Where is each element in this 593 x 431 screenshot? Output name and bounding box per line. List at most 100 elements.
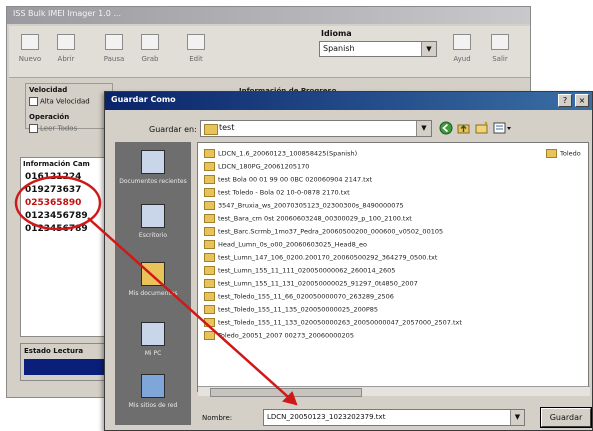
folder-icon <box>204 318 215 327</box>
folder-select-value: test <box>219 123 235 132</box>
velocidad-title: Velocidad <box>29 86 68 94</box>
place-recent[interactable]: Documentos recientes <box>115 150 191 185</box>
folder-icon <box>204 331 215 340</box>
open-button[interactable]: Abrir <box>51 30 81 70</box>
file-item[interactable]: LDCN_180PG_20061205170 <box>204 162 309 173</box>
horizontal-scrollbar[interactable] <box>198 386 590 397</box>
help-icon <box>453 34 471 50</box>
folder-icon <box>204 175 215 184</box>
record-button[interactable]: Grab <box>135 30 165 70</box>
pause-icon <box>105 34 123 50</box>
chevron-down-icon: ▼ <box>421 42 436 56</box>
my-computer-icon <box>141 322 165 346</box>
new-icon <box>21 34 39 50</box>
edit-icon <box>187 34 205 50</box>
folder-icon <box>546 149 557 158</box>
chevron-down-icon: ▼ <box>510 410 524 425</box>
open-icon <box>57 34 75 50</box>
places-bar: Documentos recientes Escritorio Mis docu… <box>115 142 191 425</box>
folder-icon <box>204 124 218 135</box>
language-select-value: Spanish <box>323 44 355 53</box>
idioma-label: Idioma <box>321 29 352 38</box>
filename-value: LDCN_20050123_1023202379.txt <box>267 413 386 421</box>
file-item[interactable]: test_Toledo_155_11_133_020050000263_2005… <box>204 318 462 329</box>
file-item[interactable]: test_Lumn_147_106_0200.200170_2006050029… <box>204 253 437 264</box>
network-places-icon <box>141 374 165 398</box>
place-desktop[interactable]: Escritorio <box>115 204 191 239</box>
checkbox-box <box>29 124 38 133</box>
folder-icon <box>204 149 215 158</box>
folder-icon <box>204 201 215 210</box>
recent-documents-icon <box>141 150 165 174</box>
imei-item[interactable]: 016121224 <box>25 171 115 184</box>
pause-button[interactable]: Pausa <box>99 30 129 70</box>
save-as-dialog: Guardar Como ? × Guardar en: test ▼ Docu… <box>104 91 593 431</box>
back-icon[interactable] <box>439 121 453 135</box>
exit-button[interactable]: Salir <box>485 30 515 70</box>
folder-select[interactable]: test ▼ <box>200 120 432 137</box>
file-item[interactable]: test_Barc.Scrmb_1mo37_Pedra_20060500200_… <box>204 227 443 238</box>
imei-item[interactable]: 0123456789 <box>25 210 115 223</box>
main-window-titlebar: ISS Bulk IMEI Imager 1.0 ... <box>7 7 530 24</box>
help-button[interactable]: Ayud <box>447 30 477 70</box>
chevron-down-icon: ▼ <box>416 121 431 136</box>
place-network[interactable]: Mis sitios de red <box>115 374 191 409</box>
folder-icon <box>204 305 215 314</box>
dialog-titlebar: Guardar Como <box>105 92 592 110</box>
file-item[interactable]: test_Lumn_155_11_111_020050000062_260014… <box>204 266 395 277</box>
folder-icon <box>204 292 215 301</box>
folder-icon <box>204 240 215 249</box>
save-in-label: Guardar en: <box>149 125 197 134</box>
folder-icon <box>204 253 215 262</box>
imei-item[interactable]: 019273637 <box>25 184 115 197</box>
file-item[interactable]: test_Lumn_155_11_131_020050000025_91297_… <box>204 279 418 290</box>
my-documents-icon <box>141 262 165 286</box>
file-item[interactable]: test_Toledo_155_11_135_020050000025_200P… <box>204 305 378 316</box>
imei-item[interactable]: 0123456789 <box>25 223 115 236</box>
checkbox-box <box>29 97 38 106</box>
folder-icon <box>204 266 215 275</box>
place-my-documents[interactable]: Mis documentos <box>115 262 191 297</box>
estado-label: Estado Lectura <box>24 347 84 355</box>
main-toolbar: Nuevo Abrir Pausa Grab Edit Ayud Salir <box>9 26 530 78</box>
help-question-button[interactable]: ? <box>558 94 572 107</box>
language-select[interactable]: Spanish ▼ <box>319 41 437 57</box>
file-item[interactable]: 3547_Bruxia_ws_20070305123_02300300s_849… <box>204 201 404 212</box>
edit-button[interactable]: Edit <box>181 30 211 70</box>
new-folder-icon[interactable] <box>475 121 489 135</box>
file-list: LDCN_1.6_20060123_100858425(Spanish) LDC… <box>197 142 589 392</box>
place-my-computer[interactable]: Mi PC <box>115 322 191 357</box>
folder-icon <box>204 214 215 223</box>
desktop-icon <box>141 204 165 228</box>
close-button[interactable]: × <box>575 94 589 107</box>
filename-input[interactable]: LDCN_20050123_1023202379.txt ▼ <box>263 409 525 426</box>
imei-item[interactable]: 025365890 <box>25 197 115 210</box>
file-item[interactable]: test_Bara_cm 0st 20060603248_00300029_p_… <box>204 214 412 225</box>
new-button[interactable]: Nuevo <box>15 30 45 70</box>
file-item[interactable]: test Bola 00 01 99 00 0BC 020060904 2147… <box>204 175 372 186</box>
folder-icon <box>204 188 215 197</box>
exit-icon <box>491 34 509 50</box>
leer-todos-checkbox[interactable]: Leer Todos <box>29 124 77 133</box>
file-item[interactable]: Head_Lumn_0s_o00_20060603025_Head8_eo <box>204 240 367 251</box>
folder-icon <box>204 279 215 288</box>
save-button[interactable]: Guardar <box>540 407 592 428</box>
imei-list: 016121224 019273637 025365890 0123456789… <box>25 171 115 236</box>
filename-label: Nombre: <box>202 414 233 422</box>
file-item[interactable]: LDCN_1.6_20060123_100858425(Spanish) <box>204 149 357 160</box>
file-item[interactable]: test_Toledo_155_11_66_020050000070_26328… <box>204 292 394 303</box>
record-icon <box>141 34 159 50</box>
operacion-title: Operación <box>29 113 70 121</box>
alta-velocidad-checkbox[interactable]: Alta Velocidad <box>29 97 90 106</box>
info-camara-title: Información Cam <box>23 160 90 168</box>
file-item[interactable]: Toledo <box>546 149 581 160</box>
folder-icon <box>204 227 215 236</box>
progress-bar <box>24 359 112 375</box>
dialog-title: Guardar Como <box>111 95 176 104</box>
folder-icon <box>204 162 215 171</box>
up-folder-icon[interactable] <box>457 121 471 135</box>
scrollbar-thumb[interactable] <box>210 388 362 397</box>
file-item[interactable]: Toledo_20051_2007 00273_20060000205 <box>204 331 354 342</box>
file-item[interactable]: test Toledo - Bola 02 10-0-0878 2170.txt <box>204 188 350 199</box>
view-menu-icon[interactable] <box>493 121 513 135</box>
